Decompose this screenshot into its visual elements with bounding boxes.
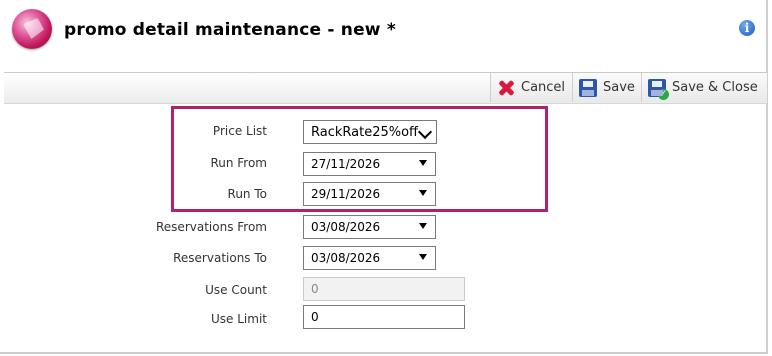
cancel-icon [497, 79, 515, 97]
toolbar: Cancel Save ✓ Save & Close [4, 73, 767, 104]
run-from-date[interactable]: 27/11/2026 [303, 152, 436, 176]
run-to-label: Run To [227, 187, 267, 201]
reservations-from-value: 03/08/2026 [311, 220, 381, 234]
app-logo-icon [12, 9, 52, 49]
chevron-down-icon [417, 124, 433, 140]
cancel-button[interactable]: Cancel [490, 73, 572, 102]
run-to-value: 29/11/2026 [311, 187, 381, 201]
save-button[interactable]: Save [572, 73, 641, 102]
run-from-value: 27/11/2026 [311, 157, 381, 171]
use-limit-label: Use Limit [211, 312, 267, 326]
save-close-button-label: Save & Close [672, 80, 758, 95]
run-from-label: Run From [210, 156, 267, 170]
use-count-value: 0 [311, 282, 319, 296]
dropdown-arrow-icon [419, 223, 427, 229]
use-limit-field[interactable]: 0 [303, 305, 465, 329]
reservations-to-value: 03/08/2026 [311, 251, 381, 265]
save-icon [579, 78, 597, 97]
price-list-value: RackRate25%off [311, 124, 419, 140]
use-count-label: Use Count [205, 283, 267, 297]
reservations-to-label: Reservations To [173, 251, 267, 265]
price-list-label: Price List [212, 124, 267, 138]
use-count-field: 0 [303, 277, 465, 301]
reservations-from-label: Reservations From [156, 220, 267, 234]
save-button-label: Save [603, 80, 635, 95]
save-close-icon: ✓ [648, 78, 669, 100]
dropdown-arrow-icon [419, 160, 427, 166]
reservations-from-date[interactable]: 03/08/2026 [303, 215, 436, 239]
dropdown-arrow-icon [419, 254, 427, 260]
reservations-to-date[interactable]: 03/08/2026 [303, 246, 436, 270]
save-and-close-button[interactable]: ✓ Save & Close [641, 73, 767, 102]
use-limit-value: 0 [311, 310, 319, 324]
run-to-date[interactable]: 29/11/2026 [303, 182, 436, 206]
cancel-button-label: Cancel [521, 80, 566, 95]
page-title: promo detail maintenance - new * [64, 20, 396, 40]
price-list-select[interactable]: RackRate25%off [303, 120, 437, 144]
dropdown-arrow-icon [419, 190, 427, 196]
info-icon[interactable]: i [739, 20, 755, 36]
